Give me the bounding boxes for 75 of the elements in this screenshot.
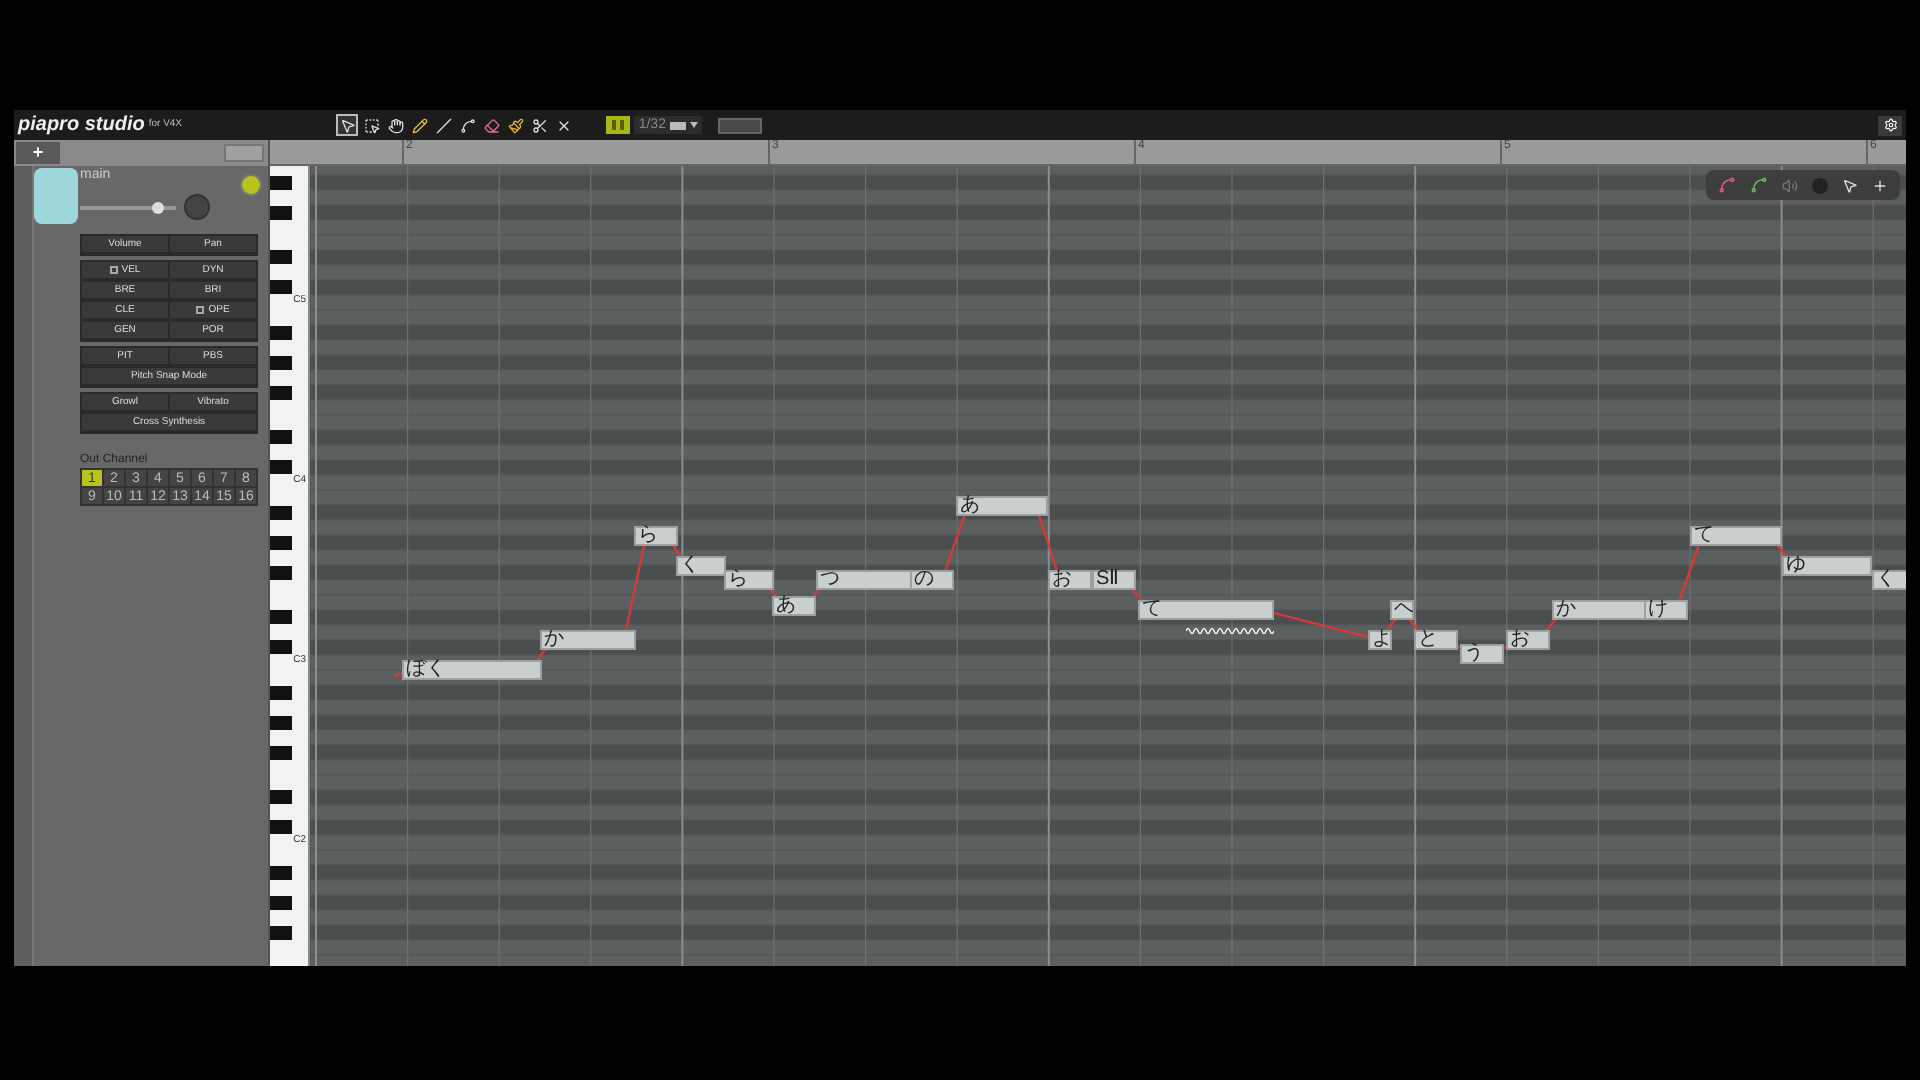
checkbox-icon (109, 266, 118, 274)
note-block[interactable]: て (1138, 600, 1274, 620)
note-block[interactable]: お (1048, 570, 1092, 590)
sharp-key[interactable] (270, 685, 292, 699)
note-block[interactable]: SⅡ (1092, 570, 1136, 590)
tool-button[interactable] (504, 114, 527, 136)
plus-icon[interactable] (1872, 177, 1889, 193)
pointer-icon (339, 117, 356, 133)
sharp-key[interactable] (270, 505, 292, 519)
hand-icon (387, 117, 404, 133)
tool-button[interactable] (528, 114, 551, 136)
settings-button[interactable] (1878, 115, 1902, 135)
tool-button[interactable] (408, 114, 431, 136)
tool-button[interactable] (384, 114, 407, 136)
curve-icon[interactable] (1749, 176, 1768, 194)
note-block[interactable]: う (1460, 644, 1504, 664)
line-icon (435, 117, 452, 133)
sharp-key[interactable] (270, 895, 292, 909)
sharp-key[interactable] (270, 535, 292, 549)
slider-thumb[interactable] (152, 201, 165, 213)
sharp-key[interactable] (270, 925, 292, 939)
grid-bars-icon (612, 120, 625, 130)
add-track-button[interactable]: + (16, 142, 60, 164)
scissors-icon (531, 117, 548, 133)
note-block[interactable]: く (1872, 570, 1906, 590)
note-block[interactable]: ら (634, 526, 678, 546)
tool-button[interactable] (456, 114, 479, 136)
selection-icon (363, 117, 380, 133)
sharp-key[interactable] (270, 175, 292, 189)
sharp-key[interactable] (270, 745, 292, 759)
tool-button[interactable] (432, 114, 455, 136)
sharp-key[interactable] (270, 565, 292, 579)
app-logo: piapro studio (18, 115, 145, 135)
speaker-icon[interactable] (1781, 177, 1798, 193)
note-block[interactable]: か (540, 630, 636, 650)
avatar-placeholder (34, 168, 78, 224)
snap-toggle[interactable] (606, 116, 631, 134)
close-icon (555, 117, 572, 133)
sharp-key[interactable] (270, 715, 292, 729)
note-block[interactable]: ヘ (1390, 600, 1414, 620)
caret-icon (689, 122, 698, 128)
eraser-icon (483, 117, 500, 133)
note-block[interactable]: の (910, 570, 954, 590)
sharp-key[interactable] (270, 205, 292, 219)
note-block[interactable]: か (1552, 600, 1648, 620)
sharp-key[interactable] (270, 355, 292, 369)
pencil-icon (411, 117, 428, 133)
note-block[interactable]: け (1644, 600, 1688, 620)
sharp-key[interactable] (270, 325, 292, 339)
brush-icon (507, 117, 524, 133)
curve-icon (459, 117, 476, 133)
note-block[interactable]: お (1506, 630, 1550, 650)
note-mode-button[interactable] (717, 117, 762, 133)
tool-button[interactable] (360, 114, 383, 136)
sharp-key[interactable] (270, 385, 292, 399)
tool-button[interactable] (480, 114, 503, 136)
settings-icon (1883, 118, 1897, 132)
note-block[interactable]: つ (816, 570, 912, 590)
pitch-curve-icon[interactable] (1717, 176, 1736, 194)
note-length-icon (669, 121, 686, 129)
note-block[interactable]: ゆ (1782, 556, 1872, 576)
note-block[interactable]: ぼく (402, 660, 542, 680)
note-block[interactable]: く (676, 556, 726, 576)
checkbox-icon (196, 306, 205, 314)
note-block[interactable]: て (1690, 526, 1782, 546)
tool-button[interactable] (336, 114, 359, 136)
solo-mute-icon[interactable] (240, 174, 262, 196)
note-block[interactable]: ら (724, 570, 774, 590)
note-block[interactable]: あ (956, 496, 1048, 516)
pointer-icon[interactable] (1842, 177, 1859, 193)
note-block[interactable]: よ (1368, 630, 1392, 650)
note-block[interactable]: あ (772, 596, 816, 616)
sharp-key[interactable] (270, 865, 292, 879)
note-block[interactable]: と (1414, 630, 1458, 650)
vibrato-wave-icon (1186, 626, 1274, 636)
